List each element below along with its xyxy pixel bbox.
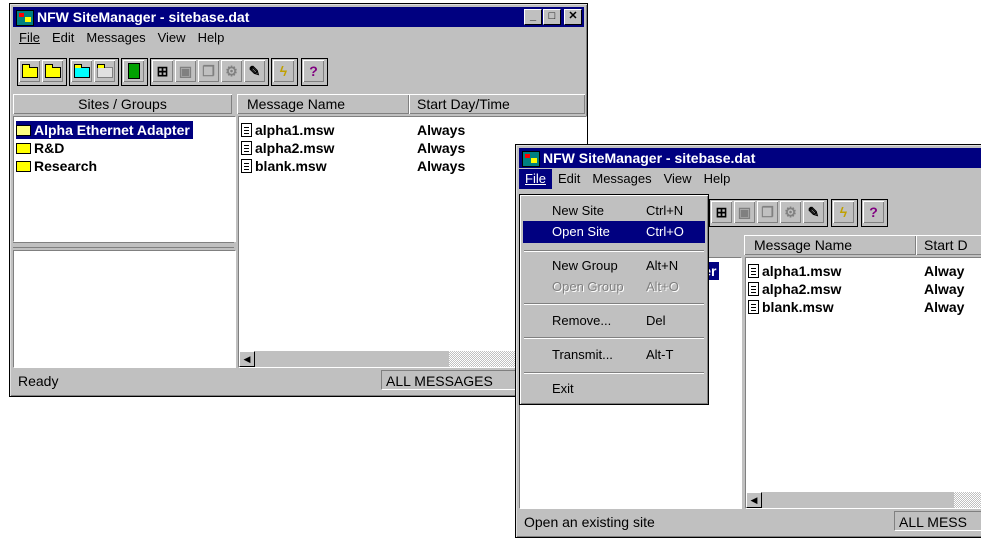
edit-message-icon[interactable]: ▣ (175, 60, 196, 82)
message-name-column-header[interactable]: Message Name (744, 235, 916, 255)
menu-view[interactable]: View (152, 28, 192, 48)
menu-exit[interactable]: Exit (523, 378, 705, 400)
window-title: NFW SiteManager - sitebase.dat (543, 150, 756, 166)
menu-bar: File Edit Messages View Help (13, 28, 584, 48)
status-filter: ALL MESS (894, 511, 981, 531)
menu-separator (524, 337, 704, 339)
add-message-icon[interactable]: ⊞ (711, 201, 732, 223)
pencil-icon[interactable]: ✎ (244, 60, 265, 82)
message-row[interactable]: alpha1.msw Always (241, 121, 581, 139)
new-group-icon[interactable] (71, 60, 92, 82)
document-icon (241, 123, 252, 137)
new-folder-icon[interactable] (19, 60, 40, 82)
transmit-lightning-icon[interactable]: ϟ (833, 201, 854, 223)
help-question-icon[interactable]: ? (303, 60, 324, 82)
document-icon (241, 141, 252, 155)
close-button[interactable]: ✕ (564, 9, 582, 25)
copy-message-icon[interactable]: ❐ (198, 60, 219, 82)
title-bar[interactable]: NFW SiteManager - sitebase.dat (519, 148, 981, 168)
sites-tree[interactable]: Alpha Ethernet Adapter R&D Research (13, 116, 236, 242)
menu-messages[interactable]: Messages (80, 28, 151, 48)
status-bar: Open an existing site ALL MESS (519, 511, 981, 531)
message-row[interactable]: alpha2.msw Alway (748, 280, 981, 298)
copy-message-icon[interactable]: ❐ (757, 201, 778, 223)
pencil-icon[interactable]: ✎ (803, 201, 824, 223)
menu-transmit[interactable]: Transmit... Alt-T (523, 344, 705, 366)
site-item[interactable]: R&D (16, 139, 64, 157)
start-time-column-header[interactable]: Start D (916, 235, 981, 255)
message-name-column-header[interactable]: Message Name (237, 94, 409, 114)
scroll-left-button[interactable]: ◀ (239, 351, 255, 367)
message-list[interactable]: alpha1.msw Alway alpha2.msw Alway blank.ms… (745, 257, 981, 509)
menu-help[interactable]: Help (698, 169, 737, 189)
open-folder-icon (16, 125, 31, 136)
delete-trash-icon[interactable] (123, 60, 144, 82)
scroll-track[interactable] (954, 492, 981, 508)
menu-help[interactable]: Help (192, 28, 231, 48)
menu-separator (524, 303, 704, 305)
main-window: NFW SiteManager - sitebase.dat _ □ ✕ File E… (9, 3, 588, 397)
message-row[interactable]: alpha1.msw Alway (748, 262, 981, 280)
minimize-button[interactable]: _ (524, 9, 542, 25)
menu-edit[interactable]: Edit (46, 28, 80, 48)
settings-icon[interactable]: ⚙ (780, 201, 801, 223)
sites-column-header[interactable]: Sites / Groups (13, 94, 232, 114)
add-message-icon[interactable]: ⊞ (152, 60, 173, 82)
open-group-icon[interactable] (94, 60, 115, 82)
horizontal-scrollbar[interactable]: ◀ (746, 492, 981, 508)
start-time-column-header[interactable]: Start Day/Time (409, 94, 585, 114)
menu-new-site[interactable]: New Site Ctrl+N (523, 200, 705, 222)
edit-message-icon[interactable]: ▣ (734, 201, 755, 223)
document-icon (748, 264, 759, 278)
menu-file[interactable]: File (13, 28, 46, 48)
status-text: Ready (18, 373, 59, 389)
menu-remove[interactable]: Remove... Del (523, 310, 705, 332)
site-details-pane (13, 250, 236, 368)
app-icon[interactable] (16, 10, 34, 26)
title-bar[interactable]: NFW SiteManager - sitebase.dat _ □ ✕ (13, 7, 584, 27)
menu-open-group[interactable]: Open Group Alt+O (523, 276, 705, 298)
menu-separator (524, 372, 704, 374)
app-icon[interactable] (522, 151, 540, 167)
transmit-lightning-icon[interactable]: ϟ (273, 60, 294, 82)
menu-bar: File Edit Messages View Help (519, 169, 981, 189)
status-bar: Ready ALL MESSAGES (13, 370, 587, 390)
menu-new-group[interactable]: New Group Alt+N (523, 255, 705, 277)
open-folder-icon[interactable] (42, 60, 63, 82)
menu-open-site[interactable]: Open Site Ctrl+O (523, 221, 705, 243)
menu-messages[interactable]: Messages (586, 169, 657, 189)
pane-splitter[interactable] (13, 242, 234, 248)
folder-icon (16, 161, 31, 172)
menu-view[interactable]: View (658, 169, 698, 189)
document-icon (748, 282, 759, 296)
help-question-icon[interactable]: ? (863, 201, 884, 223)
document-icon (241, 159, 252, 173)
window-title: NFW SiteManager - sitebase.dat (37, 9, 250, 25)
maximize-button[interactable]: □ (543, 9, 561, 25)
menu-file[interactable]: File (519, 169, 552, 189)
folder-icon (16, 143, 31, 154)
scroll-left-button[interactable]: ◀ (746, 492, 762, 508)
document-icon (748, 300, 759, 314)
menu-edit[interactable]: Edit (552, 169, 586, 189)
status-text: Open an existing site (524, 514, 655, 530)
menu-separator (524, 250, 704, 252)
toolbar: ⊞ ▣ ❐ ⚙ ✎ ϟ ? (13, 54, 584, 90)
file-menu-dropdown: New Site Ctrl+N Open Site Ctrl+O New Group… (519, 194, 709, 405)
message-row[interactable]: blank.msw Alway (748, 298, 981, 316)
site-item[interactable]: Research (16, 157, 97, 175)
site-item[interactable]: Alpha Ethernet Adapter (16, 121, 193, 139)
settings-icon[interactable]: ⚙ (221, 60, 242, 82)
